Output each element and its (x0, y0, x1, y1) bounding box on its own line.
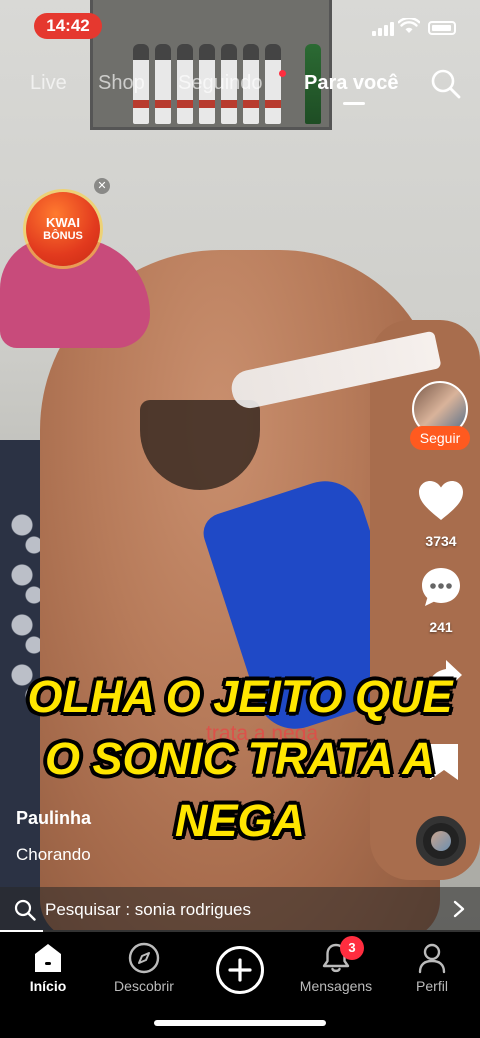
nav-mensagens[interactable]: Mensagens (288, 942, 384, 994)
nav-label-mensagens: Mensagens (299, 978, 373, 994)
related-search-bar[interactable]: Pesquisar : sonia rodrigues (0, 887, 480, 932)
status-time: 14:42 (34, 13, 102, 39)
follow-button[interactable]: Seguir (410, 426, 470, 450)
home-icon (35, 944, 61, 972)
nav-descobrir[interactable]: Descobrir (96, 942, 192, 994)
chevron-right-icon (453, 900, 465, 918)
comment-icon (422, 568, 460, 606)
video-description: Chorando (16, 845, 91, 864)
new-content-dot (279, 70, 286, 77)
author-name[interactable]: Paulinha (16, 808, 91, 829)
kwai-bonus-button[interactable]: KWAI BÔNUS (26, 192, 100, 266)
tab-seguindo[interactable]: Seguindo (178, 72, 263, 95)
kwai-bonus-line1: KWAI (46, 215, 80, 230)
person-icon (418, 943, 446, 974)
tab-para-voce[interactable]: Para você (304, 72, 399, 95)
related-search-text: Pesquisar : sonia rodrigues (45, 900, 252, 919)
active-tab-indicator (343, 102, 365, 105)
kwai-bonus-line2: BÔNUS (43, 230, 83, 242)
comment-count: 241 (429, 619, 453, 635)
nav-label-descobrir: Descobrir (114, 978, 174, 994)
caption-line-1: OLHA O JEITO QUE (27, 671, 453, 722)
plus-icon (228, 958, 252, 982)
wifi-icon (398, 18, 420, 33)
nav-inicio[interactable]: Início (0, 942, 96, 994)
nav-label-inicio: Início (29, 978, 67, 994)
notification-badge: 3 (340, 936, 364, 960)
bottom-nav: Início Descobrir Mensagens 3 Perfil (0, 932, 480, 1038)
signal-icon (372, 22, 394, 36)
search-icon (14, 899, 36, 921)
caption-line-2: O SONIC TRATA A (45, 733, 435, 784)
nav-perfil[interactable]: Perfil (384, 942, 480, 994)
compass-icon (128, 942, 160, 974)
battery-icon (428, 21, 456, 35)
comment-button[interactable]: 241 (414, 566, 468, 635)
search-icon[interactable] (430, 68, 462, 100)
close-icon[interactable]: ✕ (94, 178, 110, 194)
home-indicator (154, 1020, 326, 1026)
nav-label-perfil: Perfil (416, 978, 448, 994)
tab-live[interactable]: Live (30, 72, 67, 95)
heart-icon (419, 481, 463, 520)
create-button[interactable] (216, 946, 264, 994)
like-button[interactable]: 3734 (414, 480, 468, 549)
status-bar: 14:42 (0, 0, 480, 54)
top-nav: Live Shop Seguindo Para você (0, 66, 480, 106)
like-count: 3734 (425, 533, 457, 549)
tab-shop[interactable]: Shop (98, 72, 145, 95)
